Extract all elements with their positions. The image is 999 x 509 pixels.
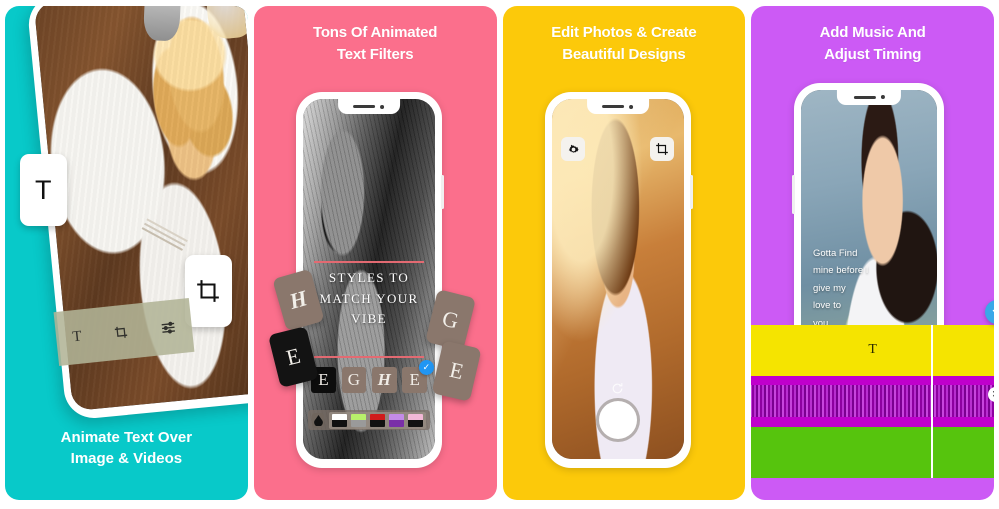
- phone-screen-3: [551, 99, 684, 459]
- flip-camera-icon[interactable]: [611, 382, 625, 396]
- style-tile-label: H: [286, 285, 311, 314]
- lyric-line-2: mine before I: [813, 265, 869, 277]
- timeline-editor[interactable]: T ✕: [751, 300, 994, 478]
- panel-heading-2: Tons Of Animated Text Filters: [254, 22, 497, 66]
- text-guide-bottom: [313, 356, 425, 358]
- panel-heading-3: Edit Photos & Create Beautiful Designs: [503, 22, 746, 66]
- timeline-track-video[interactable]: [751, 426, 994, 478]
- crop-icon[interactable]: [113, 325, 128, 340]
- swatch-white-black[interactable]: [331, 413, 347, 427]
- close-icon: ✕: [992, 389, 994, 400]
- heading-line-2: Adjust Timing: [824, 45, 922, 63]
- text-guide-top: [313, 261, 425, 263]
- lyric-line-1: Gotta Find: [813, 247, 858, 259]
- text-icon[interactable]: T: [72, 328, 83, 346]
- swatch-red-black[interactable]: [369, 413, 385, 427]
- caption-line-2: Image & Videos: [70, 450, 183, 468]
- style-tile-label: E: [284, 342, 304, 370]
- filter-label: E: [409, 370, 420, 390]
- filter-option-g[interactable]: G: [341, 367, 367, 394]
- filter-label: E: [318, 370, 329, 390]
- preview-line-2: MATCH YOUR: [319, 290, 419, 306]
- timeline-track-text[interactable]: T: [751, 324, 994, 376]
- preview-line-3: VIBE: [351, 310, 387, 326]
- swatch-group[interactable]: [328, 411, 426, 429]
- phone-side-button: [440, 175, 444, 209]
- panel-caption-1: Animate Text Over Image & Videos: [5, 427, 248, 471]
- lyric-line-4: love to: [813, 300, 841, 312]
- timeline-text-label: T: [868, 342, 877, 358]
- audio-waveform: [751, 385, 994, 418]
- crop-icon[interactable]: [650, 137, 675, 162]
- swatch-pink-black[interactable]: [407, 413, 423, 427]
- earpiece-speaker: [353, 105, 376, 109]
- filter-label: G: [347, 370, 360, 390]
- color-swatch-bar[interactable]: [308, 410, 430, 431]
- phone-side-button: [791, 175, 795, 214]
- timeline-track-audio[interactable]: [751, 375, 994, 427]
- swatch-purple-white[interactable]: [388, 413, 404, 427]
- phone-side-button: [689, 175, 693, 209]
- front-camera: [629, 104, 634, 109]
- style-tile-label: G: [439, 305, 462, 334]
- heading-line-2: Beautiful Designs: [562, 45, 686, 63]
- adjust-sliders-icon[interactable]: [160, 320, 176, 334]
- phone-screen-2: STYLES TO MATCH YOUR VIBE E G H E ✓: [303, 99, 435, 459]
- text-tool-button[interactable]: T: [19, 154, 67, 226]
- phone-notch: [586, 99, 649, 115]
- preview-line-1: STYLES TO: [328, 270, 410, 286]
- filter-option-e[interactable]: E ✓: [402, 360, 434, 394]
- phone-notch: [836, 89, 902, 105]
- text-tool-label: T: [34, 174, 52, 205]
- lyric-overlay-text[interactable]: Gotta Find mine before I give my love to…: [813, 245, 868, 333]
- phone-mockup-2: STYLES TO MATCH YOUR VIBE E G H E ✓: [296, 92, 444, 468]
- panel-heading-4: Add Music And Adjust Timing: [751, 22, 994, 66]
- earpiece-speaker: [602, 105, 625, 109]
- phone-notch: [338, 99, 400, 115]
- lyric-line-3: give my: [813, 282, 846, 294]
- timeline-playhead[interactable]: [930, 324, 933, 478]
- swatch-green-gray[interactable]: [350, 413, 366, 427]
- settings-gear-icon[interactable]: [561, 137, 586, 162]
- front-camera: [880, 95, 885, 100]
- panel-add-music[interactable]: Add Music And Adjust Timing Gotta Find m…: [751, 6, 994, 500]
- filter-option-h[interactable]: H: [371, 367, 397, 394]
- heading-line-2: Text Filters: [336, 45, 414, 63]
- confirm-chevron-button[interactable]: [984, 300, 994, 325]
- heading-line-1: Add Music And: [819, 24, 926, 41]
- panel-edit-photos[interactable]: Edit Photos & Create Beautiful Designs: [502, 6, 746, 500]
- droplet-icon[interactable]: [312, 412, 324, 428]
- app-store-screenshot-gallery: T T Animate Text Over Image & Videos Ton…: [0, 0, 999, 509]
- heading-line-1: Tons Of Animated: [312, 24, 438, 41]
- filter-row[interactable]: E G H E ✓: [311, 360, 434, 394]
- panel-text-filters[interactable]: Tons Of Animated Text Filters STYLES TO …: [253, 6, 497, 500]
- panel-animate-text[interactable]: T T Animate Text Over Image & Videos: [5, 6, 248, 500]
- caption-line-1: Animate Text Over: [60, 428, 193, 446]
- earpiece-speaker: [853, 95, 876, 99]
- heading-line-1: Edit Photos & Create: [551, 24, 697, 41]
- crop-tool-button[interactable]: [184, 255, 232, 328]
- style-tile-label: E: [447, 357, 466, 385]
- phone-mockup-3: [544, 92, 693, 468]
- filter-label: H: [377, 370, 391, 390]
- shutter-button[interactable]: [595, 397, 640, 442]
- preview-text: STYLES TO MATCH YOUR VIBE: [311, 268, 427, 328]
- front-camera: [380, 104, 385, 109]
- crop-icon: [195, 278, 221, 304]
